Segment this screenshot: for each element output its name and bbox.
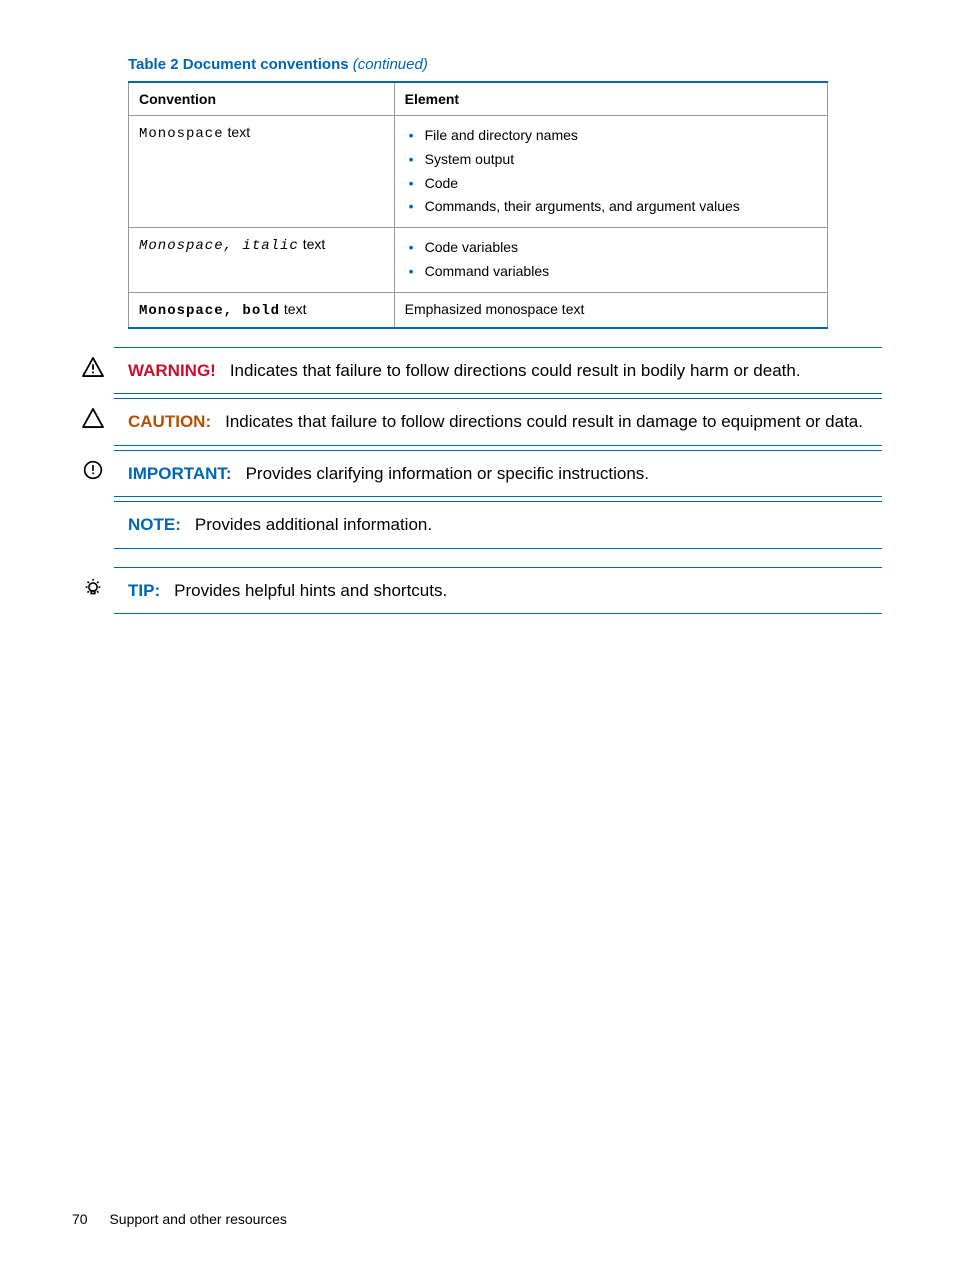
table-caption: Table 2 Document conventions (continued) (128, 56, 882, 73)
admonition: IMPORTANT: Provides clarifying informatio… (72, 450, 882, 498)
admonition-icon-slot (72, 501, 114, 511)
conv-mono-bold: Monospace, bold (139, 303, 280, 319)
conv-tail: text (299, 236, 325, 252)
table-row: Monospace text File and directory names … (129, 116, 828, 228)
list-item: Commands, their arguments, and argument … (409, 195, 817, 219)
element-list: File and directory names System output C… (405, 124, 817, 219)
admonition-label: CAUTION: (128, 412, 211, 431)
admonition-body: WARNING! Indicates that failure to follow… (114, 347, 882, 395)
admonition-text: Indicates that failure to follow directi… (225, 412, 863, 431)
admonition-text: Indicates that failure to follow directi… (230, 361, 801, 380)
tip-lightbulb-icon (82, 577, 104, 599)
caption-suffix: (continued) (353, 56, 428, 73)
admonition-label: WARNING! (128, 361, 216, 380)
admonition-body: TIP: Provides helpful hints and shortcuts… (114, 567, 882, 615)
table-row: Monospace, bold text Emphasized monospac… (129, 292, 828, 328)
admonition-text: Provides additional information. (195, 515, 432, 534)
admonition-label: IMPORTANT: (128, 464, 232, 483)
admonition-body: IMPORTANT: Provides clarifying informatio… (114, 450, 882, 498)
admonition-body: CAUTION: Indicates that failure to follow… (114, 398, 882, 446)
admonition-text: Provides clarifying information or speci… (246, 464, 649, 483)
admonition: NOTE: Provides additional information. (72, 501, 882, 549)
col-header-convention: Convention (129, 82, 395, 116)
table-row: Monospace, italic text Code variables Co… (129, 228, 828, 293)
conv-mono-italic: Monospace, italic (139, 238, 299, 254)
caption-prefix: Table 2 Document conventions (128, 56, 349, 73)
admonition: CAUTION: Indicates that failure to follow… (72, 398, 882, 446)
admonition-icon-slot (72, 347, 114, 377)
list-item: System output (409, 148, 817, 172)
conv-tail: text (280, 301, 306, 317)
admonition-label: TIP: (128, 581, 160, 600)
caution-triangle-icon (82, 408, 104, 428)
admonitions: WARNING! Indicates that failure to follow… (72, 347, 882, 615)
admonition-icon-slot (72, 450, 114, 480)
warning-triangle-bang-icon (82, 357, 104, 377)
admonition-text: Provides helpful hints and shortcuts. (174, 581, 447, 600)
admonition-icon-slot (72, 567, 114, 599)
list-item: File and directory names (409, 124, 817, 148)
list-item: Code variables (409, 236, 817, 260)
col-header-element: Element (394, 82, 827, 116)
element-list: Code variables Command variables (405, 236, 817, 284)
list-item: Command variables (409, 260, 817, 284)
page-number: 70 (72, 1211, 88, 1227)
admonition: WARNING! Indicates that failure to follow… (72, 347, 882, 395)
admonition: TIP: Provides helpful hints and shortcuts… (72, 567, 882, 615)
conventions-table: Convention Element Monospace text File a… (128, 81, 828, 329)
conv-tail: text (224, 124, 250, 140)
admonition-icon-slot (72, 398, 114, 428)
admonition-label: NOTE: (128, 515, 181, 534)
admonition-body: NOTE: Provides additional information. (114, 501, 882, 549)
element-plain: Emphasized monospace text (394, 292, 827, 328)
list-item: Code (409, 172, 817, 196)
important-circle-bang-icon (83, 460, 103, 480)
footer-section: Support and other resources (109, 1211, 286, 1227)
conv-mono: Monospace (139, 126, 224, 142)
page-footer: 70 Support and other resources (72, 1211, 287, 1227)
